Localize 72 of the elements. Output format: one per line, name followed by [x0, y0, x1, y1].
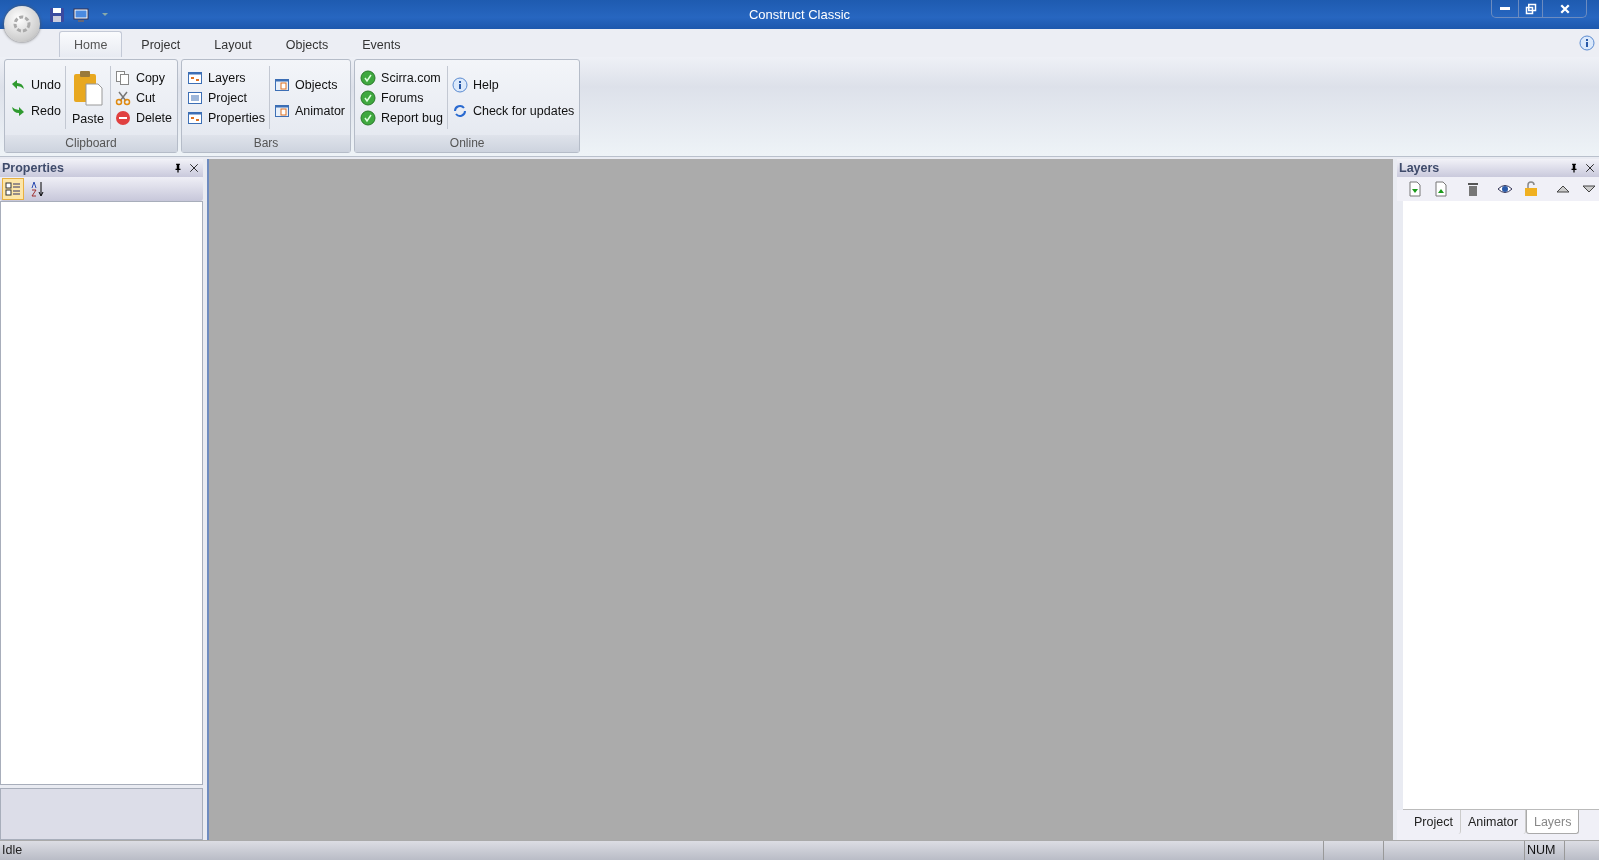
panel-title: Layers	[1399, 161, 1441, 175]
application-button[interactable]	[4, 6, 40, 42]
close-panel-button[interactable]	[1585, 163, 1595, 173]
monitor-icon	[73, 6, 89, 23]
globe-check-icon	[360, 109, 377, 126]
window-grid-icon	[187, 109, 204, 126]
globe-check-icon	[360, 89, 377, 106]
ribbon-button[interactable]: Report bug	[358, 108, 445, 127]
ribbon-tab[interactable]: Project	[126, 31, 196, 57]
trash-icon	[1465, 181, 1481, 197]
ribbon-tab[interactable]: Objects	[270, 31, 344, 57]
pin-button[interactable]	[1569, 163, 1579, 173]
categorized-button[interactable]	[2, 178, 24, 200]
ribbon-button[interactable]: Project	[185, 88, 267, 107]
pin-button[interactable]	[173, 163, 183, 173]
about-button[interactable]	[1579, 35, 1595, 51]
categorized-list-icon	[5, 181, 21, 197]
panel-tab[interactable]: Animator	[1460, 810, 1526, 834]
padlock-icon	[1523, 181, 1539, 197]
close-icon	[189, 163, 199, 173]
globe-check-icon	[360, 69, 377, 86]
status-indicator: NUM	[1524, 841, 1564, 860]
ribbon-button[interactable]: Properties	[185, 108, 267, 127]
group-label: Clipboard	[5, 135, 178, 152]
panel-tab[interactable]: Layers	[1525, 810, 1580, 834]
gear-logo-icon	[12, 14, 32, 34]
ribbon-button[interactable]: Help	[449, 75, 577, 94]
page-up-arrow-icon	[1433, 181, 1449, 197]
info-icon	[451, 76, 468, 93]
minimize-icon	[1500, 7, 1510, 10]
copy-pages-icon	[114, 69, 131, 86]
close-panel-button[interactable]	[189, 163, 199, 173]
pin-icon	[1569, 163, 1579, 173]
paste-button[interactable]: Paste	[67, 67, 108, 128]
panel-tab[interactable]: Project	[1407, 810, 1461, 834]
group-label: Online	[355, 135, 580, 152]
ribbon-button[interactable]: Forums	[358, 88, 445, 107]
caret-icon	[102, 13, 108, 16]
clipboard-icon	[71, 69, 104, 106]
ribbon-button[interactable]: Cut	[112, 88, 175, 107]
window-title: Construct Classic	[748, 7, 851, 22]
window-grid-icon	[187, 69, 204, 86]
ribbon-tab[interactable]: Layout	[199, 31, 267, 57]
close-icon	[1585, 163, 1595, 173]
ribbon-button[interactable]: Undo	[8, 75, 63, 94]
window-icon	[274, 102, 290, 119]
list-window-icon	[187, 89, 204, 106]
ribbon-button[interactable]: Layers	[185, 68, 267, 87]
ribbon-button[interactable]: Check for updates	[449, 101, 577, 120]
panel-title: Properties	[2, 161, 65, 175]
sort-az-icon	[30, 181, 46, 197]
scissors-icon	[114, 89, 131, 106]
restore-icon	[1524, 2, 1537, 15]
ribbon-tab[interactable]: Home	[59, 31, 123, 57]
window-icon	[274, 76, 290, 93]
save-button[interactable]	[48, 5, 66, 24]
info-icon	[1579, 35, 1595, 51]
no-entry-icon	[114, 109, 131, 126]
pin-icon	[173, 163, 183, 173]
ribbon-tab[interactable]: Events	[347, 31, 416, 57]
page-down-arrow-icon	[1407, 181, 1423, 197]
status-message: Idle	[1, 842, 24, 859]
run-button[interactable]	[72, 5, 90, 24]
refresh-arrows-icon	[451, 102, 468, 119]
close-icon	[1558, 2, 1571, 15]
ribbon-button[interactable]: Objects	[272, 75, 348, 94]
group-label: Bars	[182, 135, 351, 152]
ribbon-button[interactable]: Scirra.com	[358, 68, 445, 87]
ribbon-button[interactable]: Delete	[112, 108, 175, 127]
ribbon-button[interactable]: Copy	[112, 68, 175, 87]
ribbon-button[interactable]: Animator	[272, 101, 348, 120]
ribbon-button[interactable]: Redo	[8, 101, 63, 120]
